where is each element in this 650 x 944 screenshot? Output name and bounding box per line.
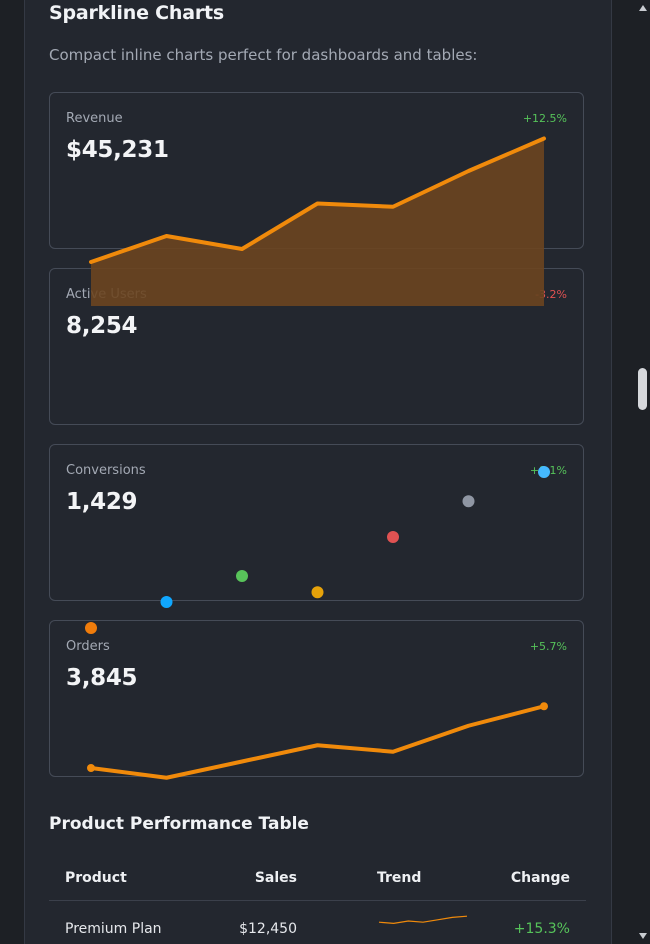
header-product: Product <box>65 870 127 886</box>
row-trend-sparkline <box>378 915 468 925</box>
change-badge: +5.7% <box>529 640 567 653</box>
active-users-card: Active Users 8,254 -3.2% <box>49 268 584 425</box>
scroll-down-arrow-icon[interactable] <box>639 933 647 939</box>
row-trend-line <box>378 915 468 925</box>
change-badge: +12.5% <box>522 112 567 125</box>
revenue-card: Revenue $45,231 +12.5% <box>49 92 584 249</box>
card-label: Orders <box>66 639 110 654</box>
card-value: $45,231 <box>66 137 169 163</box>
cell-trend <box>377 913 469 933</box>
change-badge: +8.1% <box>529 464 567 477</box>
header-sales: Sales <box>254 870 297 886</box>
card-label: Active Users <box>66 287 147 302</box>
card-value: 8,254 <box>66 313 138 339</box>
table-header: Product Sales Trend Change <box>49 858 586 901</box>
card-value: 3,845 <box>66 665 138 691</box>
scroll-up-arrow-icon[interactable] <box>639 5 647 11</box>
orders-card: Orders 3,845 +5.7% <box>49 620 584 777</box>
cell-change: +15.3% <box>513 921 570 937</box>
table-title: Product Performance Table <box>49 814 309 834</box>
change-badge: -3.2% <box>535 288 567 301</box>
cell-product: Premium Plan <box>65 921 162 937</box>
header-trend: Trend <box>377 870 422 886</box>
scroll-thumb[interactable] <box>638 368 647 410</box>
card-value: 1,429 <box>66 489 138 515</box>
page: Sparkline Charts Compact inline charts p… <box>0 0 650 944</box>
table-row: Premium Plan $12,450 +15.3% <box>49 901 586 944</box>
header-change: Change <box>510 870 570 886</box>
conversions-card: Conversions 1,429 +8.1% <box>49 444 584 601</box>
card-label: Revenue <box>66 111 123 126</box>
section-title: Sparkline Charts <box>49 2 225 24</box>
scrollbar[interactable] <box>636 0 650 944</box>
section-description: Compact inline charts perfect for dashbo… <box>49 46 478 64</box>
card-label: Conversions <box>66 463 146 478</box>
cell-sales: $12,450 <box>239 921 297 937</box>
